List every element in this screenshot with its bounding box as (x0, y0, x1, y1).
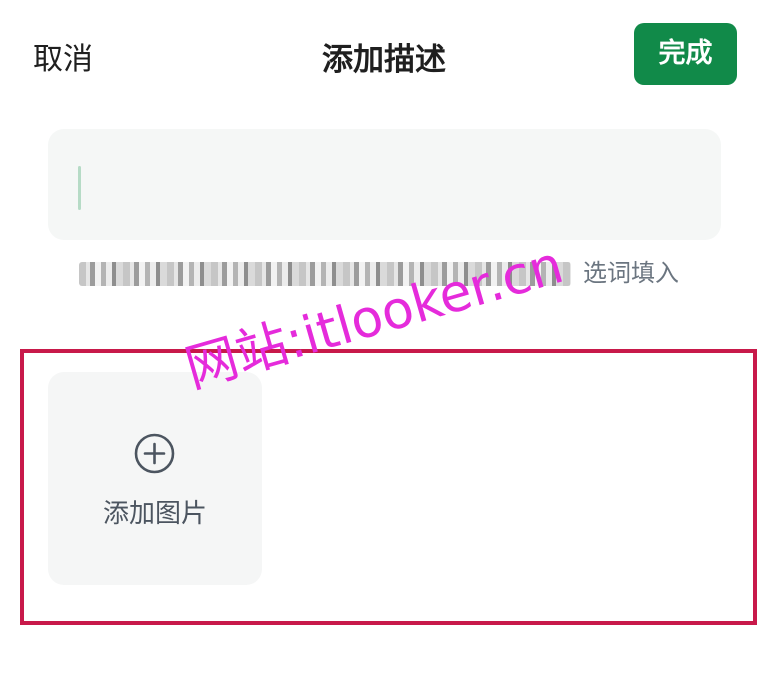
hint-suffix: 选词填入 (583, 259, 679, 287)
description-input[interactable] (48, 129, 721, 240)
word-pick-hint[interactable]: 选词填入 (79, 255, 679, 291)
add-image-label: 添加图片 (102, 499, 207, 529)
blurred-hint-text (79, 262, 571, 286)
add-image-button[interactable] (48, 372, 262, 585)
text-caret (78, 166, 81, 210)
plus-circle-icon (134, 433, 175, 474)
done-button[interactable]: 完成 (634, 23, 737, 85)
cancel-button[interactable]: 取消 (33, 34, 93, 78)
top-bar: 取消 添加描述 完成 (0, 0, 768, 110)
